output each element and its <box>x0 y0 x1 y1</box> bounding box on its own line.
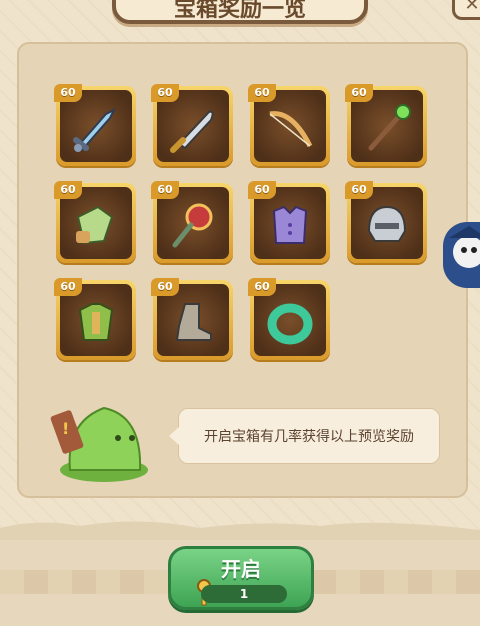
open-button-label: 开启 <box>221 557 261 581</box>
level-badge: 60 <box>345 181 373 199</box>
level-badge: 60 <box>151 278 179 296</box>
reward-slot-leaf-armor[interactable]: 60 <box>54 181 136 263</box>
staff-icon <box>368 104 411 151</box>
reward-slot-spiked-mace[interactable]: 60 <box>151 181 233 263</box>
level-badge: 60 <box>248 181 276 199</box>
hint-bubble: 开启宝箱有几率获得以上预览奖励 <box>169 408 440 464</box>
vest-icon <box>272 205 308 244</box>
bow-icon <box>269 111 313 148</box>
reward-slot-staff[interactable]: 60 <box>345 84 427 166</box>
reward-slot-bow[interactable]: 60 <box>248 84 330 166</box>
level-badge: 60 <box>345 84 373 102</box>
reward-slot-helmet[interactable]: 60 <box>345 181 427 263</box>
machete-icon <box>170 110 214 153</box>
svg-text:!: ! <box>62 419 69 438</box>
title-banner: 宝箱奖励一览 <box>112 0 368 24</box>
reward-slot-machete[interactable]: 60 <box>151 84 233 166</box>
hint-text: 开启宝箱有几率获得以上预览奖励 <box>204 429 414 445</box>
level-badge: 60 <box>54 84 82 102</box>
reward-slot-vest[interactable]: 60 <box>248 181 330 263</box>
chest-armor-icon <box>78 303 114 341</box>
reward-slot-boots[interactable]: 60 <box>151 278 233 360</box>
level-badge: 60 <box>248 84 276 102</box>
spiked-mace-icon <box>172 203 213 248</box>
character-icon <box>449 226 480 268</box>
level-badge: 60 <box>248 278 276 296</box>
village-silhouette <box>0 521 480 544</box>
slime-mascot: ! <box>50 406 148 482</box>
level-badge: 60 <box>151 181 179 199</box>
cost-count: 1 <box>201 585 287 603</box>
helmet-icon <box>367 205 407 242</box>
level-badge: 60 <box>54 181 82 199</box>
reward-slot-jade-ring[interactable]: 60 <box>248 278 330 360</box>
reward-slot-chest-armor[interactable]: 60 <box>54 278 136 360</box>
side-character-avatar[interactable] <box>443 222 480 288</box>
open-chest-button[interactable]: 开启 1 <box>168 546 314 610</box>
close-icon: ✕ <box>464 0 480 15</box>
level-badge: 60 <box>151 84 179 102</box>
page-title: 宝箱奖励一览 <box>173 0 306 22</box>
level-badge: 60 <box>54 278 82 296</box>
sword-icon <box>73 107 117 152</box>
leaf-armor-icon <box>76 205 114 245</box>
reward-slot-sword[interactable]: 60 <box>54 84 136 166</box>
boots-icon <box>175 303 212 341</box>
jade-ring-icon <box>267 303 313 345</box>
close-button[interactable]: ✕ <box>452 0 480 20</box>
